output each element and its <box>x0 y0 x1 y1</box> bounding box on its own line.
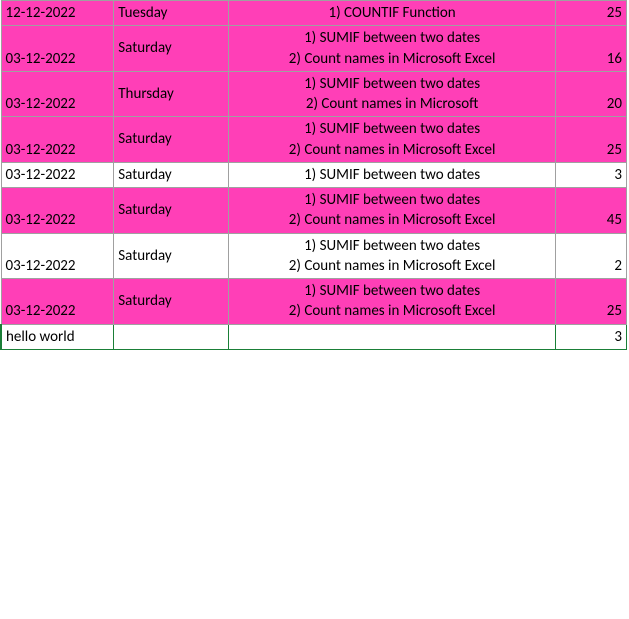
cell-description[interactable]: 1) SUMIF between two dates 2) Count name… <box>229 26 556 72</box>
cell-value[interactable]: 25 <box>556 117 627 163</box>
cell-value[interactable]: 2 <box>556 233 627 279</box>
cell-value[interactable]: 45 <box>556 188 627 234</box>
spreadsheet-table[interactable]: 12-12-2022Tuesday1) COUNTIF Function2503… <box>0 0 627 350</box>
cell-date[interactable]: 03-12-2022 <box>1 233 114 279</box>
cell-day[interactable]: Saturday <box>114 279 229 325</box>
cell-day[interactable]: Tuesday <box>114 1 229 26</box>
table-row[interactable]: 03-12-2022Saturday1) SUMIF between two d… <box>1 117 627 163</box>
cell-description-text: 1) SUMIF between two dates 2) Count name… <box>233 281 551 322</box>
cell-description[interactable]: 1) SUMIF between two dates <box>229 162 556 187</box>
table-row[interactable]: 03-12-2022Saturday1) SUMIF between two d… <box>1 26 627 72</box>
cell-day[interactable]: Saturday <box>114 117 229 163</box>
cell-date[interactable]: 03-12-2022 <box>1 279 114 325</box>
cell-day[interactable]: Saturday <box>114 233 229 279</box>
cell-day[interactable]: Saturday <box>114 188 229 234</box>
cell-description-text: 1) SUMIF between two dates <box>233 165 551 185</box>
cell-day[interactable] <box>114 324 229 349</box>
cell-description[interactable]: 1) SUMIF between two dates 2) Count name… <box>229 117 556 163</box>
cell-description[interactable]: 1) SUMIF between two dates 2) Count name… <box>229 188 556 234</box>
cell-description-text: 1) SUMIF between two dates 2) Count name… <box>233 236 551 277</box>
table-row[interactable]: hello world 3 <box>1 324 627 349</box>
table-row[interactable]: 03-12-2022Saturday1) SUMIF between two d… <box>1 188 627 234</box>
cell-date[interactable]: 03-12-2022 <box>1 162 114 187</box>
cell-value[interactable]: 25 <box>556 279 627 325</box>
cell-value[interactable]: 3 <box>556 324 627 349</box>
cell-day[interactable]: Thursday <box>114 71 229 117</box>
cell-description[interactable]: 1) SUMIF between two dates 2) Count name… <box>229 233 556 279</box>
cell-description[interactable]: 1) COUNTIF Function <box>229 1 556 26</box>
cell-date[interactable]: 03-12-2022 <box>1 26 114 72</box>
table-row[interactable]: 03-12-2022Saturday1) SUMIF between two d… <box>1 162 627 187</box>
cell-description-text: 1) SUMIF between two dates 2) Count name… <box>233 119 551 160</box>
table-row[interactable]: 03-12-2022Saturday1) SUMIF between two d… <box>1 233 627 279</box>
cell-date[interactable]: hello world <box>1 324 114 349</box>
table-row[interactable]: 03-12-2022Saturday1) SUMIF between two d… <box>1 279 627 325</box>
cell-day[interactable]: Saturday <box>114 26 229 72</box>
cell-day[interactable]: Saturday <box>114 162 229 187</box>
cell-description-text: 1) SUMIF between two dates 2) Count name… <box>233 74 551 115</box>
cell-description-text: 1) SUMIF between two dates 2) Count name… <box>233 190 551 231</box>
cell-value[interactable]: 25 <box>556 1 627 26</box>
cell-description-text: 1) SUMIF between two dates 2) Count name… <box>233 28 551 69</box>
cell-date[interactable]: 03-12-2022 <box>1 188 114 234</box>
cell-description[interactable] <box>229 324 556 349</box>
cell-value[interactable]: 20 <box>556 71 627 117</box>
cell-date[interactable]: 03-12-2022 <box>1 71 114 117</box>
cell-date[interactable]: 12-12-2022 <box>1 1 114 26</box>
table-row[interactable]: 12-12-2022Tuesday1) COUNTIF Function25 <box>1 1 627 26</box>
cell-date[interactable]: 03-12-2022 <box>1 117 114 163</box>
cell-value[interactable]: 3 <box>556 162 627 187</box>
table-row[interactable]: 03-12-2022Thursday1) SUMIF between two d… <box>1 71 627 117</box>
cell-description-text: 1) COUNTIF Function <box>233 3 551 23</box>
cell-value[interactable]: 16 <box>556 26 627 72</box>
cell-description[interactable]: 1) SUMIF between two dates 2) Count name… <box>229 279 556 325</box>
cell-description[interactable]: 1) SUMIF between two dates 2) Count name… <box>229 71 556 117</box>
